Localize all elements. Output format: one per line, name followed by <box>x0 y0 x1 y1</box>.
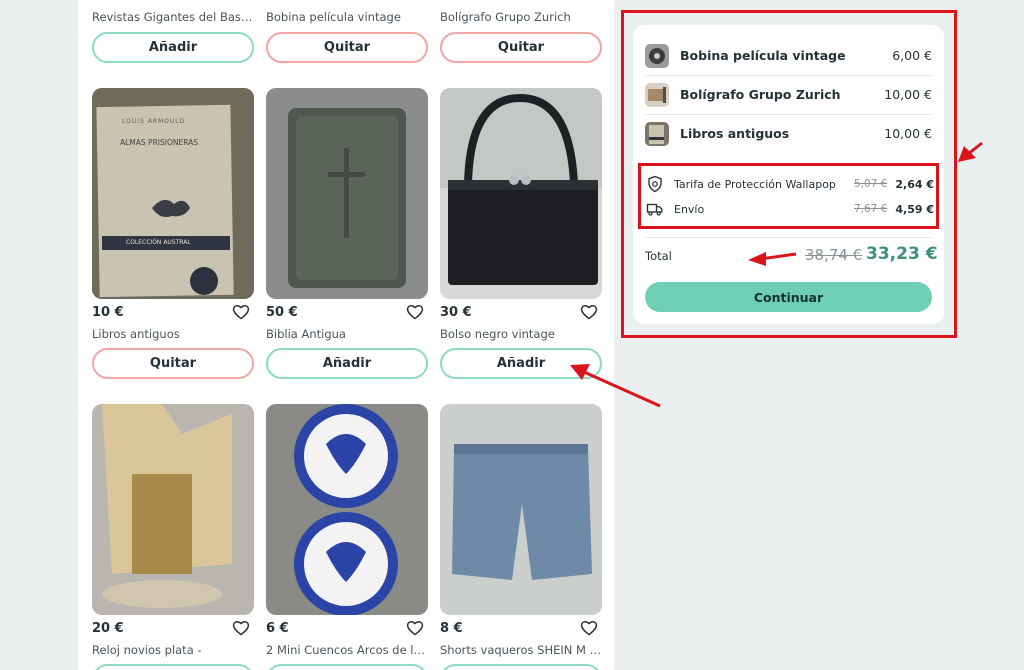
add-button[interactable]: Añadir <box>440 348 602 379</box>
book-title: ALMAS PRISIONERAS <box>120 138 199 147</box>
fees-annotation-box <box>638 163 939 229</box>
item-thumbnail <box>645 43 669 68</box>
product-image-shorts[interactable] <box>440 404 602 615</box>
truck-icon <box>646 203 663 216</box>
product-price: 20 € <box>92 621 124 636</box>
total-old-price: 38,74 € <box>805 246 863 264</box>
fee-name: Envío <box>674 202 705 216</box>
item-name: Bobina película vintage <box>680 48 846 63</box>
fee-new-price: 4,59 € <box>895 202 934 216</box>
remove-button[interactable]: Quitar <box>266 32 428 63</box>
item-name: Bolígrafo Grupo Zurich <box>680 87 841 102</box>
product-title: Biblia Antigua <box>266 327 346 341</box>
product-image-bowls[interactable] <box>266 404 428 615</box>
divider <box>645 237 932 238</box>
heart-icon[interactable] <box>580 620 598 636</box>
total-new-price: 33,23 € <box>866 244 938 264</box>
add-button[interactable] <box>92 664 254 670</box>
product-image-bag[interactable] <box>440 88 602 299</box>
product-image-bible[interactable] <box>266 88 428 299</box>
item-price: 10,00 € <box>884 87 932 102</box>
add-button[interactable]: Añadir <box>92 32 254 63</box>
summary-item: Bobina película vintage 6,00 € <box>645 36 932 75</box>
item-name: Libros antiguos <box>680 126 790 141</box>
remove-button[interactable]: Quitar <box>92 348 254 379</box>
shield-icon <box>648 175 662 193</box>
product-title: Revistas Gigantes del Basket ... <box>92 10 254 24</box>
heart-icon[interactable] <box>232 304 250 320</box>
product-title: 2 Mini Cuencos Arcos de la F... <box>266 643 428 657</box>
product-price: 6 € <box>266 621 289 636</box>
product-price: 10 € <box>92 305 124 320</box>
product-image-book[interactable]: LOUIS ARMOULD ALMAS PRISIONERAS COLECCIÓ… <box>92 88 254 299</box>
fee-name: Tarifa de Protección Wallapop <box>674 177 836 191</box>
summary-item: Bolígrafo Grupo Zurich 10,00 € <box>645 75 932 114</box>
item-thumbnail <box>645 82 669 107</box>
product-title: Bobina película vintage <box>266 10 401 24</box>
fee-old-price: 5,07 € <box>853 178 888 190</box>
heart-icon[interactable] <box>406 304 424 320</box>
add-button[interactable] <box>440 664 602 670</box>
product-title: Reloj novios plata - <box>92 643 202 657</box>
heart-icon[interactable] <box>406 620 424 636</box>
product-title: Bolígrafo Grupo Zurich <box>440 10 571 24</box>
add-button[interactable]: Añadir <box>266 348 428 379</box>
book-author: LOUIS ARMOULD <box>122 118 186 125</box>
total-label: Total <box>645 249 672 263</box>
heart-icon[interactable] <box>580 304 598 320</box>
fee-row-shipping: Envío 7,67 € 4,59 € <box>646 199 934 219</box>
add-button[interactable] <box>266 664 428 670</box>
product-price: 50 € <box>266 305 298 320</box>
product-price: 8 € <box>440 621 463 636</box>
item-price: 10,00 € <box>884 126 932 141</box>
continue-button[interactable]: Continuar <box>645 282 932 312</box>
product-price: 30 € <box>440 305 472 320</box>
arrow-to-panel <box>958 141 983 162</box>
product-title: Shorts vaqueros SHEIN M rotos <box>440 643 602 657</box>
book-collection: COLECCIÓN AUSTRAL <box>126 239 191 246</box>
item-price: 6,00 € <box>892 48 932 63</box>
product-grid: Revistas Gigantes del Basket ... Bobina … <box>78 0 614 670</box>
heart-icon[interactable] <box>232 620 250 636</box>
summary-item: Libros antiguos 10,00 € <box>645 114 932 153</box>
fee-old-price: 7,67 € <box>853 203 888 215</box>
product-image-clock[interactable] <box>92 404 254 615</box>
product-title: Libros antiguos <box>92 327 180 341</box>
fee-new-price: 2,64 € <box>895 177 934 191</box>
remove-button[interactable]: Quitar <box>440 32 602 63</box>
item-thumbnail <box>645 121 669 146</box>
product-title: Bolso negro vintage <box>440 327 555 341</box>
fee-row-protection: Tarifa de Protección Wallapop 5,07 € 2,6… <box>646 174 934 194</box>
